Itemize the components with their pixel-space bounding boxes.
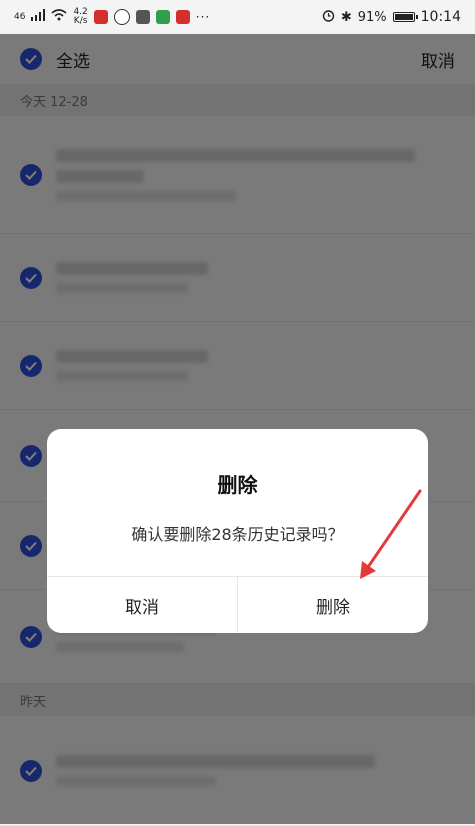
clock: 10:14 xyxy=(420,9,461,25)
red-annotation-arrow-icon xyxy=(360,489,422,579)
qq-app-icon xyxy=(113,9,130,25)
signal-indicator: 46 xyxy=(14,12,26,22)
alarm-icon xyxy=(322,9,335,26)
wifi-icon xyxy=(51,9,67,25)
app-notification-icon xyxy=(175,10,190,24)
battery-icon xyxy=(392,12,418,22)
battery-percent: 91% xyxy=(357,9,387,25)
signal-icon xyxy=(31,9,46,25)
net-speed-unit: K/s xyxy=(73,16,88,26)
more-notifications-icon: ··· xyxy=(195,10,211,24)
microphone-app-icon xyxy=(93,10,108,24)
net-speed: 4.2 K/s xyxy=(73,8,87,26)
wechat-app-icon xyxy=(135,10,150,24)
bluetooth-icon: ✱ xyxy=(340,9,352,25)
status-bar: 46 4.2 K/s ··· ✱ 91% 10:14 xyxy=(0,0,475,34)
dialog-cancel-button[interactable]: 取消 xyxy=(47,577,237,633)
play-app-icon xyxy=(155,10,170,24)
dialog-confirm-delete-button[interactable]: 删除 xyxy=(237,577,428,633)
